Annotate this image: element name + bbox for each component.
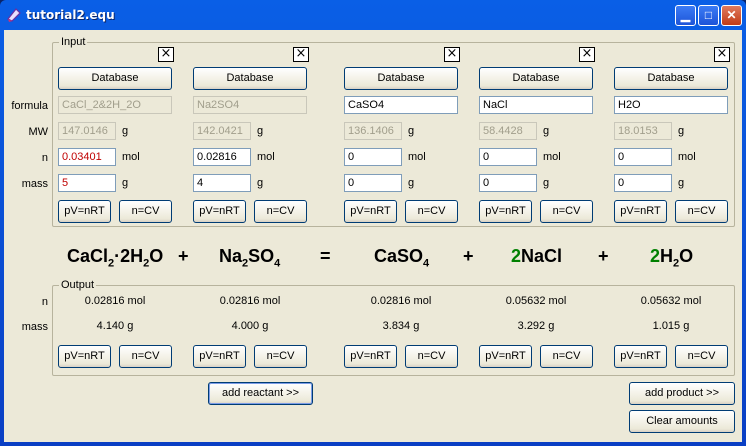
- n-cv-button[interactable]: n=CV: [119, 200, 172, 223]
- formula-field[interactable]: NaCl: [479, 96, 593, 114]
- n-field[interactable]: 0.02816: [193, 148, 251, 166]
- n-cv-button[interactable]: n=CV: [254, 200, 307, 223]
- app-window: tutorial2.equ ▁ □ ✕ Input formula MW n m…: [0, 0, 746, 446]
- equation-equals: =: [320, 246, 331, 266]
- equation-reactant-2: Na2SO4: [219, 246, 281, 270]
- mass-unit: g: [122, 177, 129, 189]
- formula-field[interactable]: CaCl_2&2H_2O: [58, 96, 172, 114]
- remove-species-button[interactable]: ×: [444, 47, 460, 62]
- mass-unit: g: [257, 177, 264, 189]
- equation-product-2: 2NaCl: [511, 246, 563, 266]
- mass-field[interactable]: 0: [479, 174, 537, 192]
- n-field[interactable]: 0: [614, 148, 672, 166]
- remove-species-button[interactable]: ×: [293, 47, 309, 62]
- n-unit: mol: [257, 151, 275, 163]
- n-unit: mol: [122, 151, 140, 163]
- maximize-button[interactable]: □: [698, 5, 719, 26]
- add-product-button[interactable]: add product >>: [629, 382, 735, 405]
- mw-field: 147.0146: [58, 122, 116, 140]
- equation-plus-1: +: [178, 246, 189, 266]
- database-button[interactable]: Database: [479, 67, 593, 90]
- n-field[interactable]: 0: [344, 148, 402, 166]
- equation-product-1: CaSO4: [374, 246, 430, 270]
- mass-field[interactable]: 0: [614, 174, 672, 192]
- mw-unit: g: [543, 125, 550, 137]
- n-cv-button[interactable]: n=CV: [540, 200, 593, 223]
- mass-field[interactable]: 5: [58, 174, 116, 192]
- close-window-button[interactable]: ✕: [721, 5, 742, 26]
- pv-nrt-button[interactable]: pV=nRT: [193, 200, 246, 223]
- database-button[interactable]: Database: [193, 67, 307, 90]
- equation-reactant-1: CaCl2·2H2O: [67, 246, 164, 270]
- formula-row-label: formula: [11, 100, 48, 112]
- app-icon: [7, 8, 21, 22]
- mw-unit: g: [122, 125, 129, 137]
- mw-field: 136.1406: [344, 122, 402, 140]
- formula-field[interactable]: H2O: [614, 96, 728, 114]
- equation-product-3: 2H2O: [650, 246, 694, 270]
- maximize-icon: □: [704, 8, 713, 22]
- title-bar[interactable]: tutorial2.equ ▁ □ ✕: [0, 0, 746, 30]
- pv-nrt-button[interactable]: pV=nRT: [614, 200, 667, 223]
- n-cv-button[interactable]: n=CV: [405, 200, 458, 223]
- input-group-label: Input: [59, 36, 88, 48]
- minimize-button[interactable]: ▁: [675, 5, 696, 26]
- mass-row-label: mass: [21, 178, 48, 190]
- formula-field[interactable]: CaSO4: [344, 96, 458, 114]
- remove-species-button[interactable]: ×: [158, 47, 174, 62]
- n-row-label: n: [41, 152, 48, 164]
- pv-nrt-button[interactable]: pV=nRT: [479, 200, 532, 223]
- output-n-label: n: [41, 296, 48, 308]
- mw-unit: g: [678, 125, 685, 137]
- database-button[interactable]: Database: [614, 67, 728, 90]
- output-mass-label: mass: [21, 321, 48, 333]
- window-title: tutorial2.equ: [26, 8, 115, 22]
- n-field[interactable]: 0: [479, 148, 537, 166]
- n-unit: mol: [543, 151, 561, 163]
- add-reactant-button[interactable]: add reactant >>: [208, 382, 313, 405]
- client-area: Input formula MW n mass × Database CaCl_2&…: [4, 30, 742, 442]
- mw-row-label: MW: [28, 126, 48, 138]
- mass-unit: g: [678, 177, 685, 189]
- n-unit: mol: [408, 151, 426, 163]
- pv-nrt-button[interactable]: pV=nRT: [58, 200, 111, 223]
- mw-field: 58.4428: [479, 122, 537, 140]
- mass-field[interactable]: 4: [193, 174, 251, 192]
- n-unit: mol: [678, 151, 696, 163]
- mw-unit: g: [408, 125, 415, 137]
- remove-species-button[interactable]: ×: [714, 47, 730, 62]
- n-cv-button[interactable]: n=CV: [675, 200, 728, 223]
- pv-nrt-button[interactable]: pV=nRT: [344, 200, 397, 223]
- clear-amounts-button[interactable]: Clear amounts: [629, 410, 735, 433]
- equation-plus-2: +: [463, 246, 474, 266]
- remove-species-button[interactable]: ×: [579, 47, 595, 62]
- mass-unit: g: [543, 177, 550, 189]
- database-button[interactable]: Database: [344, 67, 458, 90]
- mw-field: 142.0421: [193, 122, 251, 140]
- equation-plus-3: +: [598, 246, 609, 266]
- output-group: Output: [52, 279, 735, 376]
- mw-unit: g: [257, 125, 264, 137]
- minimize-icon: ▁: [680, 8, 691, 22]
- formula-field[interactable]: Na2SO4: [193, 96, 307, 114]
- close-icon: ✕: [726, 8, 737, 22]
- mass-unit: g: [408, 177, 415, 189]
- output-group-label: Output: [59, 279, 97, 291]
- n-field[interactable]: 0.03401: [58, 148, 116, 166]
- mw-field: 18.0153: [614, 122, 672, 140]
- mass-field[interactable]: 0: [344, 174, 402, 192]
- database-button[interactable]: Database: [58, 67, 172, 90]
